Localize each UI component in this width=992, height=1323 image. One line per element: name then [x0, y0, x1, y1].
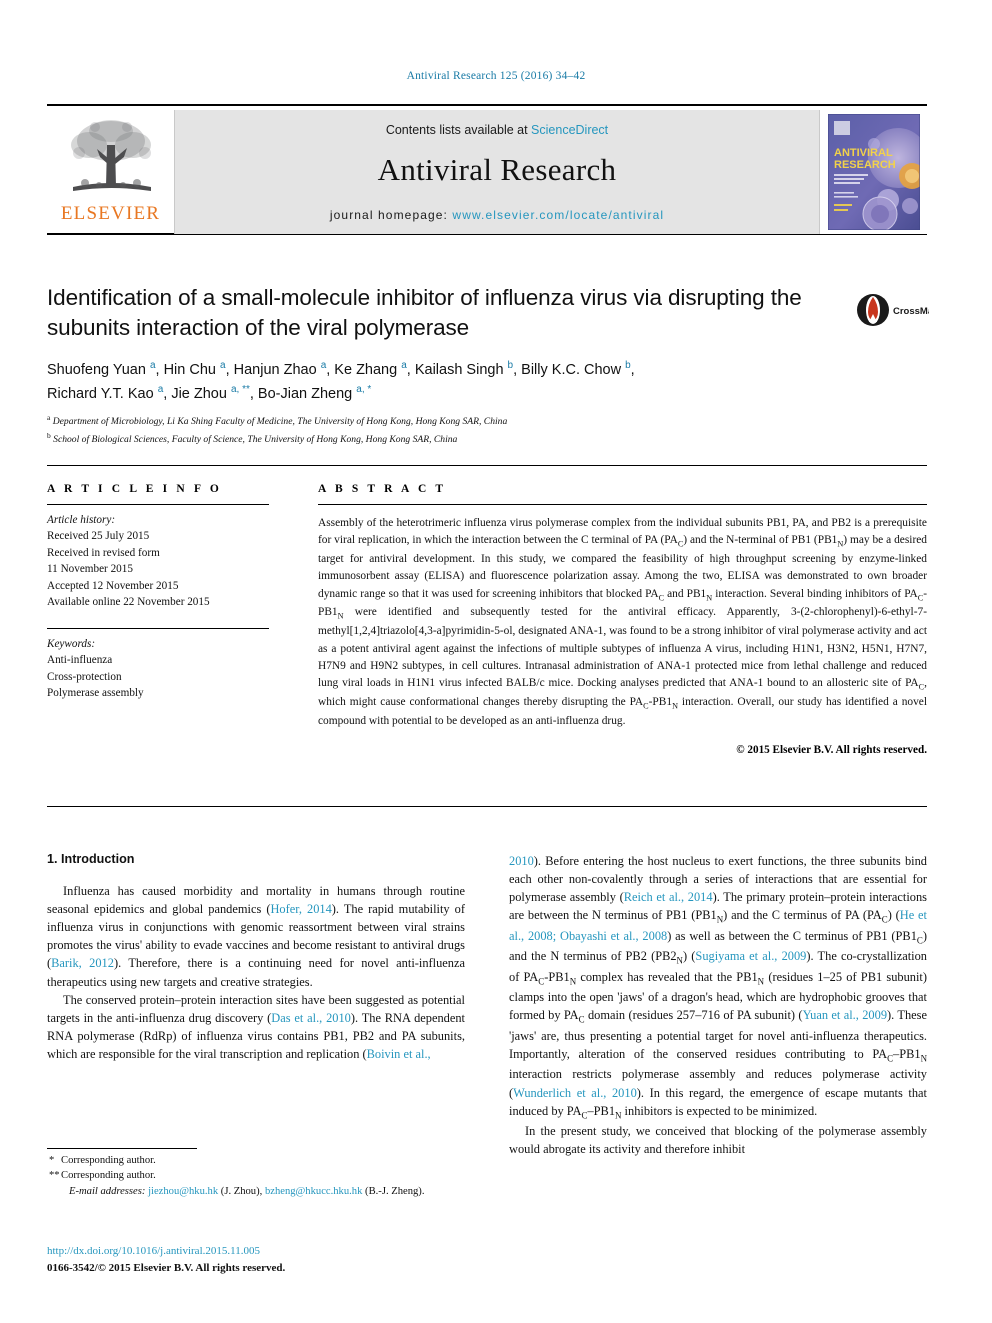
contents-prefix: Contents lists available at [385, 123, 532, 137]
journal-title: Antiviral Research [377, 152, 617, 187]
abstract-heading: A B S T R A C T [318, 483, 447, 495]
email-addresses: E-mail addresses: jiezhou@hku.hk (J. Zho… [47, 1184, 465, 1199]
contents-available-line: Contents lists available at ScienceDirec… [175, 110, 819, 137]
article-info-heading: A R T I C L E I N F O [47, 483, 222, 495]
corresponding-author-1: * Corresponding author. [47, 1153, 465, 1168]
article-page: Antiviral Research 125 (2016) 34–42 ELSE… [0, 0, 992, 1323]
crossmark-label: CrossMark [893, 306, 929, 317]
history-line: 11 November 2015 [47, 563, 133, 576]
corresponding-author-2: ** Corresponding author. [47, 1168, 465, 1183]
elsevier-tree-icon [70, 120, 151, 191]
author-list: Shuofeng Yuan a, Hin Chu a, Hanjun Zhao … [47, 358, 877, 407]
doi-link[interactable]: http://dx.doi.org/10.1016/j.antiviral.20… [47, 1243, 477, 1260]
article-info-column: A R T I C L E I N F O Article history: R… [47, 483, 279, 702]
double-asterisk-icon: ** [49, 1170, 60, 1182]
crossmark-icon: CrossMark [857, 294, 929, 326]
footnote-rule [47, 1148, 197, 1149]
svg-text:ANTIVIRAL: ANTIVIRAL [834, 147, 893, 159]
article-history: Article history: Received 25 July 2015 R… [47, 512, 279, 611]
abstract-copyright: © 2015 Elsevier B.V. All rights reserved… [736, 744, 927, 757]
paragraph: The conserved protein–protein interactio… [47, 992, 465, 1061]
footnote-block: * Corresponding author. ** Corresponding… [47, 1148, 465, 1199]
svg-text:RESEARCH: RESEARCH [834, 159, 896, 171]
info-section-top-rule [47, 465, 927, 466]
elsevier-logo: ELSEVIER [47, 110, 175, 234]
history-line: Accepted 12 November 2015 [47, 579, 179, 592]
section-heading-introduction: 1. Introduction [47, 852, 135, 866]
email-addresses-label: E-mail addresses: [69, 1185, 146, 1197]
history-line: Received in revised form [47, 546, 160, 559]
article-history-label: Article history: [47, 514, 116, 526]
keyword-item: Anti-influenza [47, 654, 113, 667]
affiliation-a: a Department of Microbiology, Li Ka Shin… [47, 413, 508, 428]
paragraph: In the present study, we conceived that … [509, 1124, 927, 1157]
paragraph: Influenza has caused morbidity and morta… [47, 884, 465, 989]
email-owner-zhou: (J. Zhou), [220, 1185, 263, 1197]
title-block: Identification of a small-molecule inhib… [47, 283, 837, 342]
email-link-zheng[interactable]: bzheng@hkucc.hku.hk [265, 1186, 362, 1197]
abstract-column: A B S T R A C T Assembly of the heterotr… [318, 483, 927, 756]
history-line: Available online 22 November 2015 [47, 596, 210, 609]
sciencedirect-link[interactable]: ScienceDirect [531, 123, 608, 137]
abstract-body: Assembly of the heterotrimeric influenza… [318, 517, 928, 727]
homepage-url-link[interactable]: www.elsevier.com/locate/antiviral [452, 208, 664, 222]
email-link-zhou[interactable]: jiezhou@hku.hk [148, 1186, 218, 1197]
keyword-item: Cross-protection [47, 670, 122, 683]
article-info-rule [47, 504, 269, 505]
keywords-label: Keywords: [47, 637, 96, 650]
keyword-item: Polymerase assembly [47, 687, 144, 700]
affiliations: a Department of Microbiology, Li Ka Shin… [47, 412, 877, 448]
page-title: Identification of a small-molecule inhib… [47, 285, 802, 340]
info-section-bottom-rule [47, 806, 927, 807]
author-line-1: Shuofeng Yuan a, Hin Chu a, Hanjun Zhao … [47, 360, 635, 378]
paragraph: 2010). Before entering the host nucleus … [509, 854, 927, 1121]
abstract-rule [318, 504, 927, 505]
asterisk-icon: * [49, 1155, 55, 1166]
affiliation-b: b School of Biological Sciences, Faculty… [47, 431, 458, 446]
keywords-block: Keywords: Anti-influenza Cross-protectio… [47, 636, 279, 702]
body-column-right: 2010). Before entering the host nucleus … [509, 852, 927, 1158]
journal-masthead: ELSEVIER Contents lists available at Sci… [47, 104, 927, 235]
crossmark-badge[interactable]: CrossMark [855, 288, 929, 332]
keywords-rule [47, 627, 269, 629]
corresponding-author-2-label: Corresponding author. [61, 1170, 156, 1182]
corresponding-author-1-label: Corresponding author. [61, 1155, 156, 1166]
email-owner-zheng: (B.-J. Zheng). [365, 1185, 425, 1197]
journal-cover-image: ANTIVIRAL RESEARCH [827, 114, 920, 230]
elsevier-wordmark: ELSEVIER [60, 203, 161, 224]
body-column-left: 1. Introduction Influenza has caused mor… [47, 852, 465, 1063]
doi-block: http://dx.doi.org/10.1016/j.antiviral.20… [47, 1243, 477, 1276]
masthead-center: Contents lists available at ScienceDirec… [175, 110, 819, 234]
history-line: Received 25 July 2015 [47, 530, 150, 543]
homepage-label: journal homepage: [329, 208, 453, 222]
journal-cover-thumbnail[interactable]: ANTIVIRAL RESEARCH [819, 110, 927, 234]
running-head: Antiviral Research 125 (2016) 34–42 [406, 70, 586, 82]
issn-copyright-line: 0166-3542/© 2015 Elsevier B.V. All right… [47, 1261, 286, 1274]
author-line-2: Richard Y.T. Kao a, Jie Zhou a, **, Bo-J… [47, 384, 372, 403]
journal-homepage-line: journal homepage: www.elsevier.com/locat… [175, 208, 819, 222]
